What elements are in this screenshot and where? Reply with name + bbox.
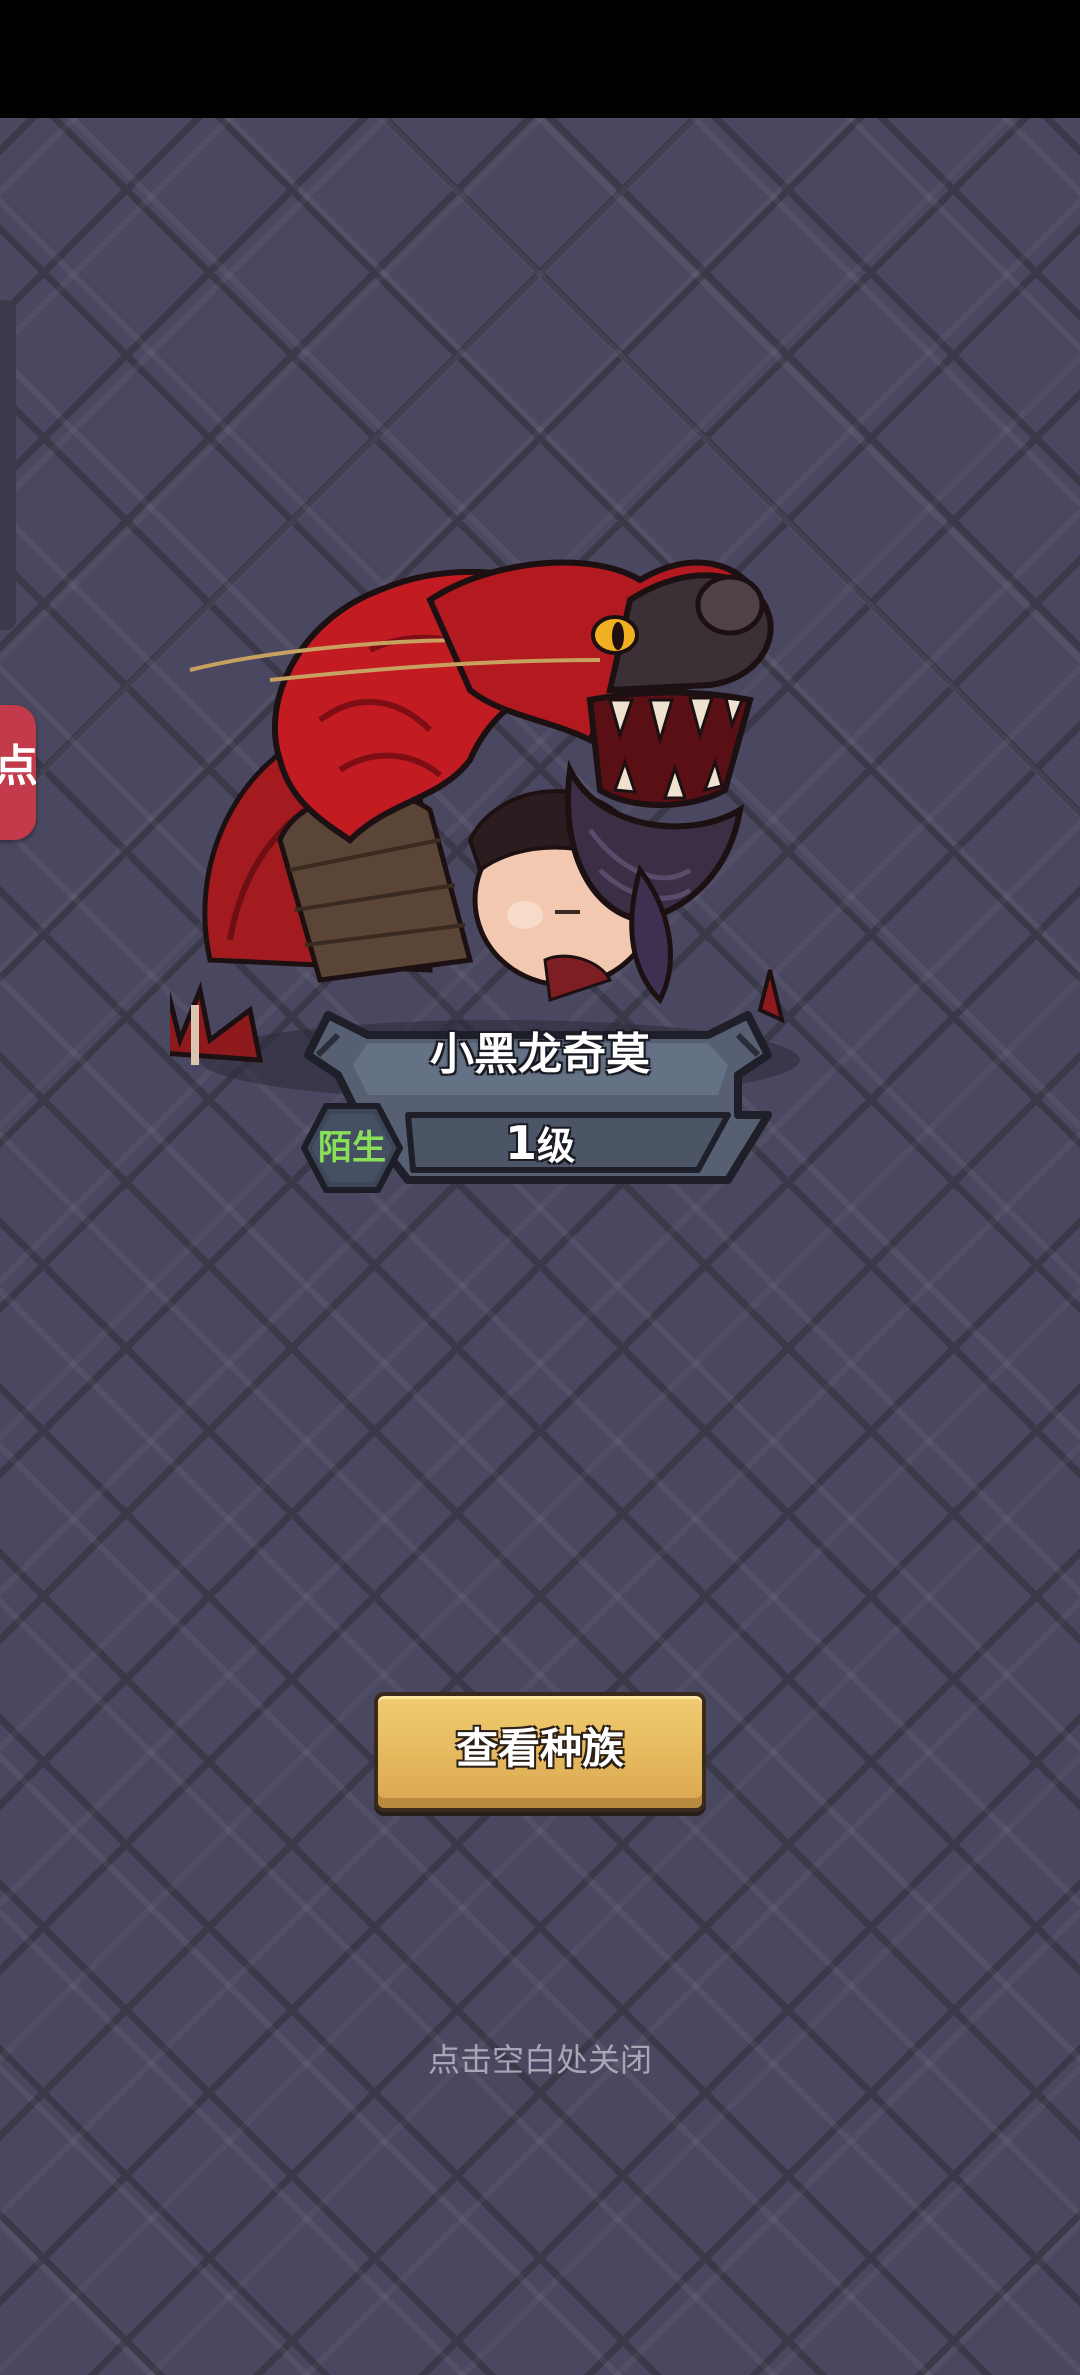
- relation-status: 陌生: [318, 1128, 386, 1168]
- edge-handle[interactable]: [0, 300, 16, 630]
- view-race-button[interactable]: 查看种族: [374, 1692, 706, 1812]
- level-unit: 级: [537, 1124, 576, 1168]
- status-bar: [0, 0, 1080, 118]
- side-tab[interactable]: 点: [0, 705, 36, 840]
- level-number: 1: [504, 1116, 537, 1170]
- close-hint[interactable]: 点击空白处关闭: [340, 2030, 740, 2090]
- creature-level: 1级: [440, 1115, 640, 1171]
- view-race-label: 查看种族: [455, 1724, 624, 1773]
- creature-name: 小黑龙奇莫: [430, 1029, 650, 1080]
- side-tab-label: 点: [0, 741, 36, 792]
